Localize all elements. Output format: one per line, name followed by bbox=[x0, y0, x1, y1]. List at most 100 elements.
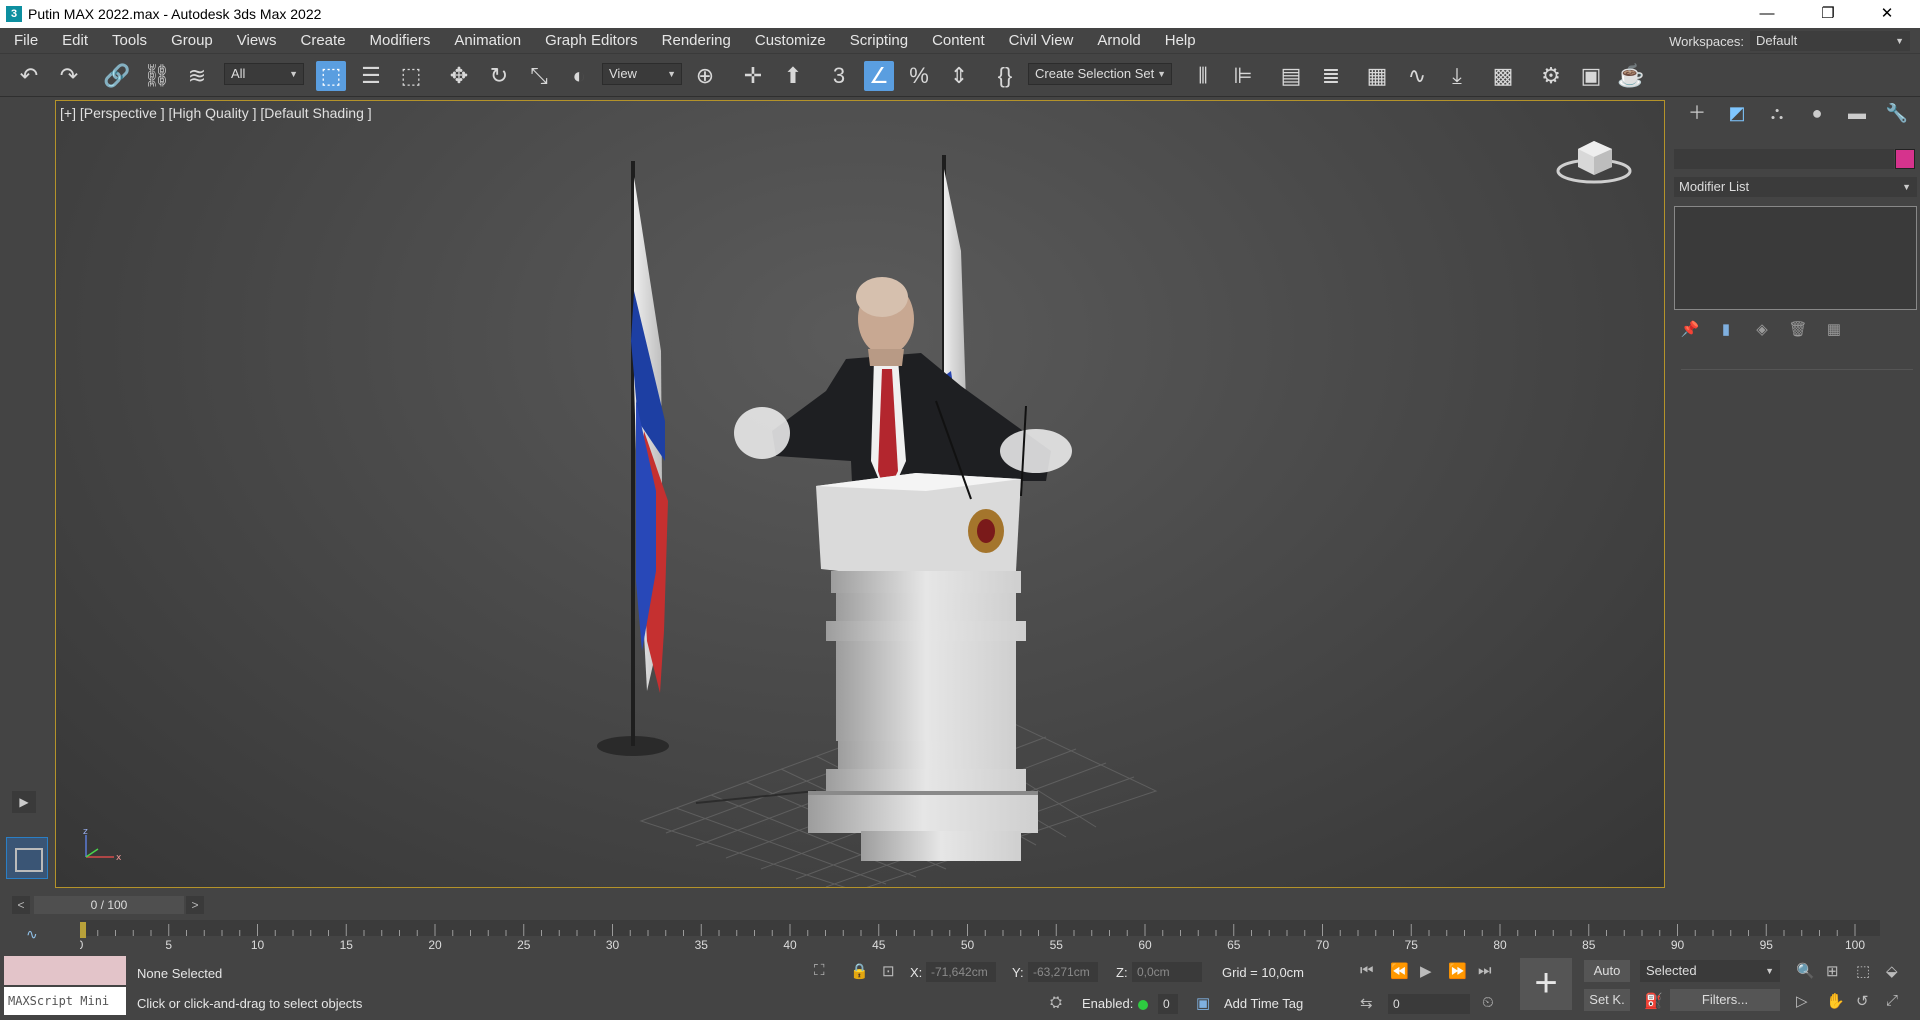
link-icon[interactable]: 🔗 bbox=[102, 61, 132, 91]
select-by-name-icon[interactable]: ☰ bbox=[356, 61, 386, 91]
material-editor-icon[interactable]: ▩ bbox=[1488, 61, 1518, 91]
perspective-viewport[interactable]: [+] [Perspective ] [High Quality ] [Defa… bbox=[55, 100, 1665, 888]
field-of-view-icon[interactable]: ▷ bbox=[1796, 992, 1808, 1010]
filters-button[interactable]: Filters... bbox=[1670, 989, 1780, 1011]
angle-snap-icon[interactable]: ∠ bbox=[864, 61, 894, 91]
make-unique-icon[interactable]: ◈ bbox=[1749, 319, 1775, 341]
previous-frame-icon[interactable]: ⏪ bbox=[1390, 962, 1409, 980]
remove-modifier-icon[interactable]: 🗑 bbox=[1785, 319, 1811, 341]
render-setup-icon[interactable]: ⚙ bbox=[1536, 61, 1566, 91]
selection-filter-dropdown[interactable]: All bbox=[224, 63, 304, 85]
render-production-icon[interactable]: ☕ bbox=[1616, 61, 1646, 91]
next-frame-icon[interactable]: ⏩ bbox=[1448, 962, 1467, 980]
current-frame-marker[interactable] bbox=[80, 922, 86, 938]
menu-content[interactable]: Content bbox=[920, 28, 997, 54]
menu-civil-view[interactable]: Civil View bbox=[997, 28, 1086, 54]
ribbon-toggle-icon[interactable]: ▦ bbox=[1362, 61, 1392, 91]
time-tag-icon[interactable]: ▣ bbox=[1196, 994, 1210, 1012]
time-slider-prev[interactable]: < bbox=[12, 896, 30, 914]
bind-space-warp-icon[interactable]: ≋ bbox=[182, 61, 212, 91]
spinner-snap-icon[interactable]: ⇕ bbox=[944, 61, 974, 91]
menu-modifiers[interactable]: Modifiers bbox=[358, 28, 443, 54]
isolate-selection-icon[interactable]: ⛶ bbox=[814, 962, 825, 979]
maxscript-input[interactable]: MAXScript Mini bbox=[4, 987, 126, 1015]
rectangular-selection-icon[interactable]: ⬚ bbox=[396, 61, 426, 91]
select-manipulate-icon[interactable]: ✛ bbox=[738, 61, 768, 91]
viewport-layout-thumbnail[interactable] bbox=[6, 837, 48, 879]
layer-explorer-icon[interactable]: ≣ bbox=[1316, 61, 1346, 91]
maxscript-output[interactable] bbox=[4, 956, 126, 985]
menu-file[interactable]: File bbox=[0, 28, 50, 54]
y-coordinate-field[interactable]: -63,271cm bbox=[1028, 962, 1098, 982]
maximize-viewport-icon[interactable]: ⤢ bbox=[1886, 992, 1898, 1009]
keyboard-shortcut-override-icon[interactable]: ⬆ bbox=[778, 61, 808, 91]
object-color-swatch[interactable] bbox=[1895, 149, 1915, 169]
menu-arnold[interactable]: Arnold bbox=[1085, 28, 1152, 54]
minimize-button[interactable]: — bbox=[1744, 0, 1790, 28]
utilities-tab-icon[interactable]: 🔧 bbox=[1877, 99, 1917, 127]
selection-lock-icon[interactable]: 🔒 bbox=[850, 962, 869, 980]
x-coordinate-field[interactable]: -71,642cm bbox=[926, 962, 996, 982]
set-key-button[interactable]: Set K. bbox=[1584, 989, 1630, 1011]
enabled-count[interactable]: 0 bbox=[1158, 994, 1178, 1014]
adaptive-degradation-icon[interactable]: ⛭ bbox=[1050, 994, 1062, 1011]
workspace-dropdown[interactable]: Default bbox=[1750, 31, 1910, 51]
snaps-toggle-icon[interactable]: 3 bbox=[824, 61, 854, 91]
set-key-big-icon[interactable]: + bbox=[1520, 958, 1572, 1010]
ruler-track[interactable] bbox=[80, 920, 1880, 936]
key-mode-dropdown[interactable]: Selected bbox=[1640, 960, 1780, 982]
place-icon[interactable]: ◐ bbox=[564, 61, 594, 91]
rotate-icon[interactable]: ↻ bbox=[484, 61, 514, 91]
goto-start-icon[interactable]: ⏮ bbox=[1360, 962, 1374, 979]
modifier-stack[interactable] bbox=[1674, 206, 1917, 310]
restore-button[interactable]: ❐ bbox=[1805, 0, 1851, 28]
edit-named-selection-icon[interactable]: {} bbox=[990, 61, 1020, 91]
mini-curve-editor-icon[interactable]: ∿ bbox=[26, 926, 38, 943]
scale-icon[interactable]: ⤡ bbox=[524, 61, 554, 91]
current-frame-field[interactable]: 0 bbox=[1388, 994, 1470, 1014]
rendered-frame-window-icon[interactable]: ▣ bbox=[1576, 61, 1606, 91]
scene-explorer-icon[interactable]: ▤ bbox=[1276, 61, 1306, 91]
viewport-layout-expand-icon[interactable]: ▶ bbox=[12, 791, 36, 813]
zoom-extents-all-icon[interactable]: ⬙ bbox=[1886, 962, 1898, 980]
pan-view-icon[interactable]: ✋ bbox=[1826, 992, 1845, 1010]
time-slider-thumb[interactable]: 0 / 100 bbox=[34, 896, 184, 914]
viewcube-icon[interactable] bbox=[1556, 129, 1636, 189]
menu-create[interactable]: Create bbox=[289, 28, 358, 54]
menu-scripting[interactable]: Scripting bbox=[838, 28, 920, 54]
add-time-tag-button[interactable]: Add Time Tag bbox=[1224, 996, 1303, 1011]
select-object-icon[interactable]: ⬚ bbox=[316, 61, 346, 91]
time-slider-next[interactable]: > bbox=[186, 896, 204, 914]
motion-tab-icon[interactable]: ● bbox=[1797, 99, 1837, 127]
goto-end-icon[interactable]: ⏭ bbox=[1478, 962, 1492, 979]
modifier-list-dropdown[interactable]: Modifier List bbox=[1674, 177, 1917, 197]
object-name-field[interactable] bbox=[1674, 149, 1894, 169]
frame-ruler[interactable]: 0 5 10 15 20 25 30 35 40 45 50 55 60 65 70 75 80 85 90 95 10… bbox=[80, 920, 1880, 952]
zoom-all-icon[interactable]: ⊞ bbox=[1826, 962, 1839, 980]
display-tab-icon[interactable]: ▬ bbox=[1837, 99, 1877, 127]
create-tab-icon[interactable]: ＋ bbox=[1677, 99, 1717, 127]
named-selection-set-dropdown[interactable]: Create Selection Set bbox=[1028, 63, 1172, 85]
menu-help[interactable]: Help bbox=[1153, 28, 1208, 54]
move-icon[interactable]: ✥ bbox=[444, 61, 474, 91]
menu-tools[interactable]: Tools bbox=[100, 28, 159, 54]
reference-coordinate-dropdown[interactable]: View bbox=[602, 63, 682, 85]
menu-group[interactable]: Group bbox=[159, 28, 225, 54]
key-mode-toggle-icon[interactable]: ⇆ bbox=[1360, 994, 1373, 1012]
z-coordinate-field[interactable]: 0,0cm bbox=[1132, 962, 1202, 982]
time-configuration-icon[interactable]: ⏲ bbox=[1482, 994, 1494, 1011]
close-button[interactable]: ✕ bbox=[1864, 0, 1910, 28]
percent-snap-icon[interactable]: % bbox=[904, 61, 934, 91]
modify-tab-icon[interactable]: ◩ bbox=[1717, 99, 1757, 127]
align-icon[interactable]: ⊫ bbox=[1228, 61, 1258, 91]
menu-customize[interactable]: Customize bbox=[743, 28, 838, 54]
orbit-icon[interactable]: ↺ bbox=[1856, 992, 1869, 1010]
unlink-icon[interactable]: ⛓ bbox=[142, 61, 172, 91]
dope-sheet-icon[interactable]: ⤓ bbox=[1442, 61, 1472, 91]
zoom-icon[interactable]: 🔍 bbox=[1796, 962, 1815, 980]
menu-edit[interactable]: Edit bbox=[50, 28, 100, 54]
absolute-mode-icon[interactable]: ⊡ bbox=[882, 962, 895, 980]
pin-stack-icon[interactable]: 📌 bbox=[1677, 319, 1703, 341]
redo-icon[interactable]: ↷ bbox=[54, 61, 84, 91]
mirror-icon[interactable]: ⫴ bbox=[1188, 61, 1218, 91]
